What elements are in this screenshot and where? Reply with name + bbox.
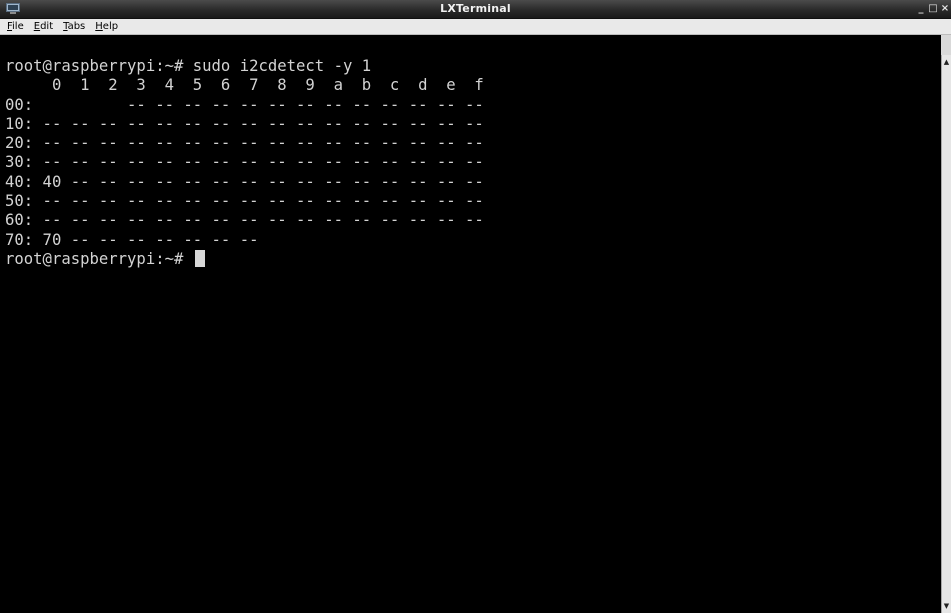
terminal-line-row-50: 50: -- -- -- -- -- -- -- -- -- -- -- -- … <box>5 192 484 211</box>
close-icon[interactable]: × <box>939 2 951 16</box>
terminal-line-row-20: 20: -- -- -- -- -- -- -- -- -- -- -- -- … <box>5 134 484 153</box>
minimize-icon[interactable]: _ <box>915 2 927 16</box>
menu-help-label: elp <box>102 21 119 32</box>
terminal-line-row-00: 00: -- -- -- -- -- -- -- -- -- -- -- -- … <box>5 95 484 114</box>
menu-tabs-label: abs <box>67 21 86 32</box>
maximize-icon[interactable]: □ <box>927 2 939 16</box>
terminal-line-row-10: 10: -- -- -- -- -- -- -- -- -- -- -- -- … <box>5 114 484 133</box>
terminal-line-row-40: 40: 40 -- -- -- -- -- -- -- -- -- -- -- … <box>5 172 484 191</box>
terminal-line-row-30: 30: -- -- -- -- -- -- -- -- -- -- -- -- … <box>5 153 484 172</box>
terminal-prompt-line: root@raspberrypi:~# <box>5 249 484 269</box>
lxterminal-window: LXTerminal _ □ × File Edit Tabs Help roo… <box>0 0 951 613</box>
menu-file-label: ile <box>12 21 24 32</box>
terminal-line-header: 0 1 2 3 4 5 6 7 8 9 a b c d e f <box>5 76 484 95</box>
terminal-text: root@raspberrypi:~# sudo i2cdetect -y 1 … <box>5 57 484 269</box>
menu-tabs[interactable]: Tabs <box>63 19 85 34</box>
scroll-down-arrow-icon[interactable]: ▼ <box>942 601 951 611</box>
window-controls: _ □ × <box>915 1 951 17</box>
terminal-line-command: root@raspberrypi:~# sudo i2cdetect -y 1 <box>5 57 372 75</box>
terminal-prompt: root@raspberrypi:~# <box>5 249 193 268</box>
terminal-line-row-60: 60: -- -- -- -- -- -- -- -- -- -- -- -- … <box>5 211 484 230</box>
menu-help-mnemonic: H <box>95 21 103 32</box>
menu-help[interactable]: Help <box>95 19 118 34</box>
menu-edit-label: dit <box>40 21 54 32</box>
terminal-output-area[interactable]: root@raspberrypi:~# sudo i2cdetect -y 1 … <box>0 35 941 613</box>
terminal-line-row-70: 70: 70 -- -- -- -- -- -- -- <box>5 230 259 249</box>
window-title: LXTerminal <box>440 2 511 15</box>
text-cursor <box>194 249 205 267</box>
menu-bar: File Edit Tabs Help <box>0 19 951 35</box>
vertical-scrollbar[interactable]: ▲ ▼ <box>941 55 951 613</box>
menu-file[interactable]: File <box>7 19 24 34</box>
title-bar[interactable]: LXTerminal _ □ × <box>0 0 951 19</box>
menu-edit[interactable]: Edit <box>34 19 53 34</box>
scroll-up-arrow-icon[interactable]: ▲ <box>942 57 951 67</box>
